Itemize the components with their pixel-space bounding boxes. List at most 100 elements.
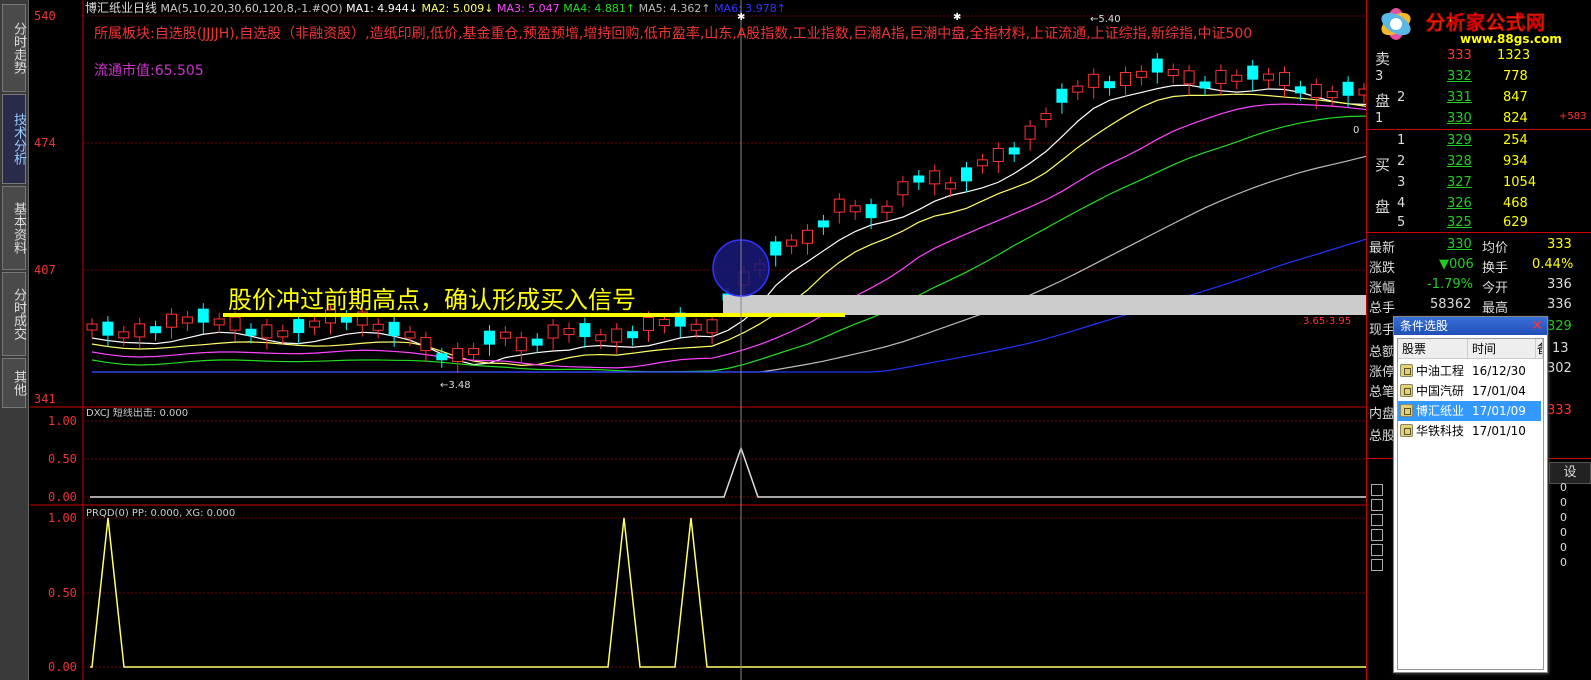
inner-volume-label: 内盘 [1369, 407, 1396, 422]
turnover-value: 0.44% [1532, 257, 1574, 272]
bid-level: 5 [1397, 215, 1406, 230]
tab-trade-details[interactable]: 分时成交 [2, 272, 26, 356]
pct-value: -1.79% [1427, 277, 1473, 292]
price-tick-474: 474 [34, 136, 56, 150]
option-checkbox[interactable] [1371, 499, 1383, 511]
result-row[interactable]: 华铁科技 17/01/10 [1398, 421, 1541, 441]
stock-icon [1400, 384, 1413, 397]
settings-button[interactable]: 设 [1549, 462, 1591, 484]
result-row-selected[interactable]: 博汇纸业 17/01/09 [1398, 401, 1541, 421]
volume-label: 总手 [1369, 301, 1396, 316]
candle-body [213, 318, 225, 326]
candle-body [706, 319, 718, 334]
current-hand-label: 现手 [1369, 323, 1396, 338]
bid-volume: 468 [1503, 196, 1528, 211]
candlestick-chart[interactable]: 540 474 407 341 ←5.40 ←3.48 3.65-3.95 0 … [30, 0, 1366, 408]
ask-price[interactable]: 331 [1447, 90, 1472, 105]
ask-level: 3 [1375, 69, 1384, 84]
screening-results-list[interactable]: 股票 时间 备 中油工程 16/12/30 中国汽研 17/01/04 博汇纸业… [1397, 338, 1544, 670]
candle-body [897, 181, 909, 196]
logo-title: 分析家公式网 [1426, 12, 1547, 35]
candle-body [468, 348, 480, 356]
result-stock-name: 中国汽研 [1416, 384, 1465, 398]
candle-body [277, 330, 289, 338]
bid-price[interactable]: 327 [1447, 175, 1472, 190]
bid-price[interactable]: 325 [1447, 215, 1472, 230]
ask-volume: 847 [1503, 90, 1528, 105]
candle-body [499, 331, 511, 339]
ma-params: MA(5,10,20,30,60,120,8,-1.#QO) [160, 2, 343, 15]
candle-body [1072, 85, 1084, 93]
option-checkbox[interactable] [1371, 559, 1383, 571]
dxcj-indicator-chart[interactable]: 1.00 0.50 0.00 DXCJ 短线出击: 0.000 [30, 408, 1366, 506]
tab-technical-analysis[interactable]: 技术分析 [2, 94, 26, 184]
option-checkbox[interactable] [1371, 484, 1383, 496]
bid-price[interactable]: 329 [1447, 133, 1472, 148]
candle-body [770, 241, 782, 256]
bid-level: 4 [1397, 196, 1406, 211]
condition-screening-dialog[interactable]: 条件选股 ✕ 股票 时间 备 中油工程 16/12/30 中国汽研 17/01/… [1393, 316, 1548, 673]
candle-body [627, 331, 639, 339]
candle-body [849, 205, 861, 213]
candle-body [197, 308, 209, 323]
option-checkbox[interactable] [1371, 529, 1383, 541]
candle-body [531, 338, 543, 346]
ma4-value: MA4: 4.881↑ [563, 2, 636, 15]
ma2-value: MA2: 5.009↓ [421, 2, 494, 15]
option-values: 000 000 [1560, 481, 1567, 569]
ma6-value: MA6: 3.978↑ [714, 2, 786, 15]
tab-basic-info[interactable]: 基本资料 [2, 186, 26, 270]
tab-time-sharing[interactable]: 分时走势 [2, 4, 26, 92]
current-hand-value: 329 [1547, 319, 1572, 334]
option-checkbox[interactable] [1371, 514, 1383, 526]
candle-body [181, 316, 193, 324]
result-row[interactable]: 中油工程 16/12/30 [1398, 361, 1541, 381]
change-value: ▼006 [1439, 257, 1474, 272]
volume-value: 58362 [1430, 297, 1472, 312]
price-tick-341: 341 [34, 392, 56, 406]
candle-body [1247, 65, 1259, 80]
bid-price[interactable]: 326 [1447, 196, 1472, 211]
highlight-band [723, 295, 1366, 315]
result-row[interactable]: 中国汽研 17/01/04 [1398, 381, 1541, 401]
candle-body [420, 337, 432, 352]
result-stock-name: 中油工程 [1416, 364, 1465, 378]
candle-body [340, 315, 352, 323]
ask-price[interactable]: 332 [1447, 69, 1472, 84]
prqd-title: PRQD(0) PP: 0.000, XG: 0.000 [86, 508, 235, 519]
dxcj-tick-05: 0.50 [48, 452, 77, 466]
sector-list: 所属板块:自选股(JJJJH),自选股（非融资股）,造纸印刷,低价,基金重仓,预… [94, 26, 1253, 42]
candle-body [166, 313, 177, 328]
float-market-cap: 流通市值:65.505 [94, 63, 204, 79]
candle-body [961, 167, 972, 182]
stock-title: 博汇纸业 [85, 1, 134, 15]
result-date: 17/01/09 [1472, 404, 1526, 418]
candle-body [1104, 81, 1116, 89]
option-checkbox[interactable] [1371, 544, 1383, 556]
bid-volume: 254 [1503, 133, 1528, 148]
low-price-mark: ←3.48 [440, 380, 471, 391]
tab-other[interactable]: 其他 [2, 358, 26, 408]
total-shares-label: 总股 [1369, 429, 1396, 444]
column-header-note[interactable]: 备 [1536, 339, 1543, 359]
dialog-titlebar[interactable]: 条件选股 ✕ [1394, 317, 1547, 335]
prqd-indicator-chart[interactable]: 1.00 0.50 0.00 PRQD(0) PP: 0.000, XG: 0.… [30, 506, 1366, 680]
column-header-time[interactable]: 时间 [1468, 339, 1536, 359]
close-icon[interactable]: ✕ [1531, 317, 1543, 335]
ask-price[interactable]: 330 [1447, 111, 1472, 126]
candle-body [388, 321, 400, 336]
candle-body [1358, 88, 1366, 96]
bid-price[interactable]: 328 [1447, 154, 1472, 169]
stock-icon [1400, 404, 1413, 417]
delta-label: +583 [1559, 111, 1587, 122]
candle-body [929, 170, 941, 185]
result-stock-name: 华铁科技 [1416, 424, 1465, 438]
candle-body [945, 182, 957, 190]
stock-icon [1400, 424, 1413, 437]
candle-body [1215, 69, 1227, 84]
candle-body [802, 229, 813, 244]
candle-body [1310, 83, 1322, 98]
column-header-stock[interactable]: 股票 [1398, 339, 1468, 359]
open-value: 336 [1547, 277, 1572, 292]
candle-body [579, 323, 591, 338]
